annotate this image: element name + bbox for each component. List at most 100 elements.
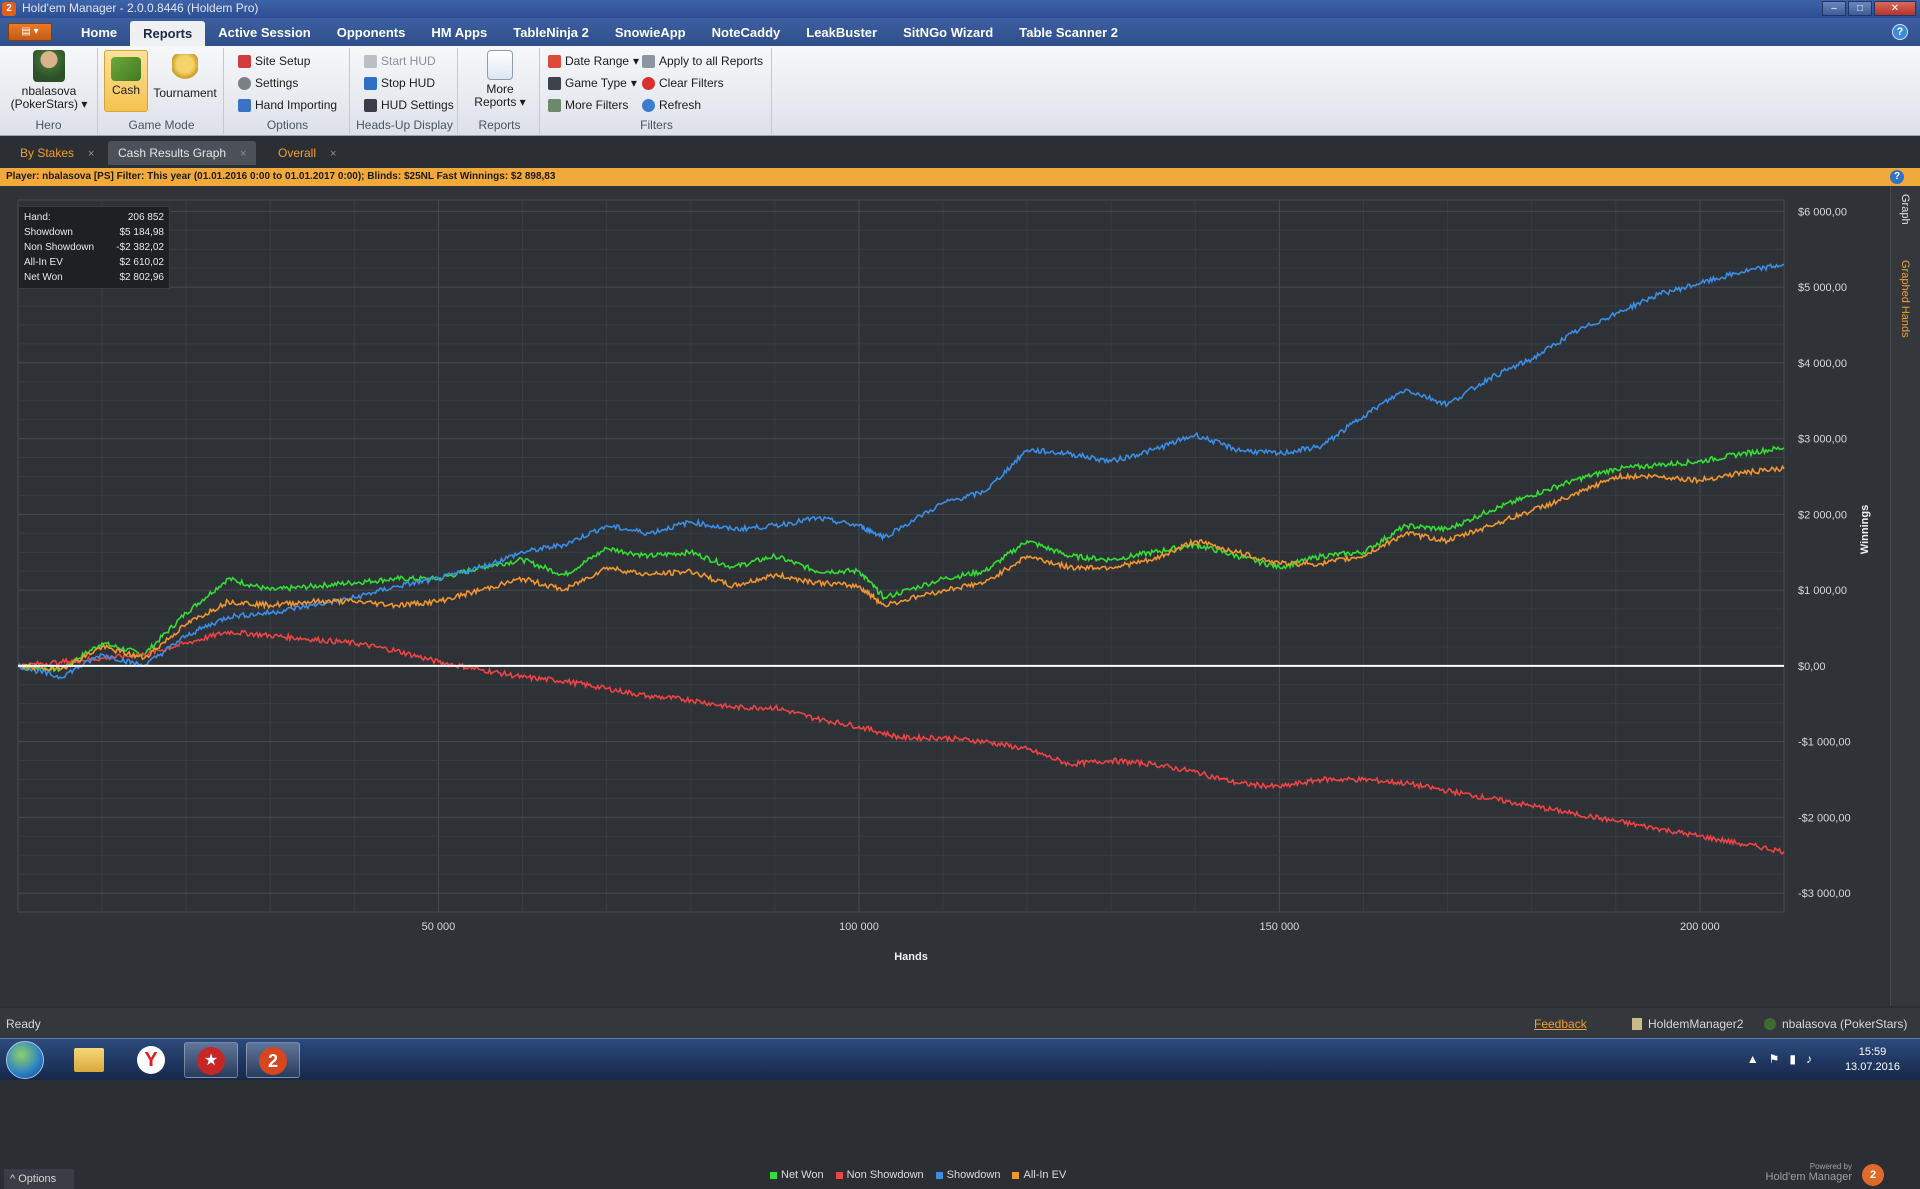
feedback-link[interactable]: Feedback: [1534, 1017, 1587, 1031]
hero-group: nbalasova (PokerStars) ▾ Hero: [0, 48, 98, 134]
help-icon[interactable]: ?: [1892, 24, 1908, 40]
trophy-icon: [172, 54, 198, 84]
close-tab-icon[interactable]: ×: [240, 148, 246, 160]
holdem-manager-taskbar-button[interactable]: 2: [246, 1042, 300, 1078]
application-menu-button[interactable]: ▤ ▾: [8, 23, 52, 41]
explorer-taskbar-button[interactable]: [62, 1042, 116, 1078]
legend-item[interactable]: All-In EV: [1012, 1169, 1066, 1181]
legend-item[interactable]: Showdown: [935, 1169, 1000, 1181]
maximize-button[interactable]: □: [1848, 1, 1872, 16]
menu-tab-sitngo-wizard[interactable]: SitNGo Wizard: [890, 18, 1006, 46]
stats-label: Non Showdown: [24, 242, 95, 253]
options-group-label: Options: [266, 118, 309, 132]
stats-value: $2 802,96: [119, 272, 165, 283]
menu-tab-tableninja-2[interactable]: TableNinja 2: [500, 18, 602, 46]
app-icon: 2: [2, 2, 16, 16]
stop-hud-button[interactable]: Stop HUD: [364, 74, 435, 92]
tab-overall[interactable]: Overall ×: [268, 141, 346, 165]
menu-tab-leakbuster[interactable]: LeakBuster: [793, 18, 890, 46]
stats-label: All-In EV: [24, 257, 63, 268]
cash-button[interactable]: Cash: [104, 50, 148, 112]
network-icon[interactable]: ▮: [1789, 1052, 1796, 1066]
cash-label: Cash: [111, 83, 140, 97]
clock-time: 15:59: [1858, 1046, 1887, 1058]
stats-value: $5 184,98: [119, 227, 165, 238]
game-mode-group-label: Game Mode: [128, 118, 195, 132]
close-button[interactable]: ✕: [1874, 1, 1916, 16]
apply-all-reports-button[interactable]: Apply to all Reports: [642, 52, 763, 70]
menu-tab-home[interactable]: Home: [68, 18, 130, 46]
side-tab-graph[interactable]: Graph: [1899, 194, 1911, 225]
options-group: Site Setup Settings Hand Importing Optio…: [226, 48, 350, 134]
minimize-button[interactable]: –: [1822, 1, 1846, 16]
date-range-label: Date Range: [565, 54, 630, 68]
player-name: nbalasova (PokerStars): [1782, 1017, 1908, 1031]
date-range-button[interactable]: Date Range ▾: [548, 52, 639, 70]
start-button[interactable]: [6, 1041, 44, 1079]
plot-area: [17, 199, 1785, 913]
tournament-button[interactable]: Tournament: [150, 50, 220, 100]
more-reports-button[interactable]: More Reports ▾: [468, 50, 532, 109]
filter-icon: [548, 98, 561, 112]
hud-settings-label: HUD Settings: [381, 98, 454, 112]
tab-by-stakes[interactable]: By Stakes ×: [10, 141, 104, 165]
database-name: HoldemManager2: [1648, 1017, 1744, 1031]
hand-importing-button[interactable]: Hand Importing: [238, 96, 337, 114]
options-button[interactable]: ^ Options: [4, 1169, 74, 1189]
stats-row: Non Showdown -$2 382,02: [24, 240, 164, 255]
help-icon[interactable]: ?: [1890, 170, 1904, 184]
clear-filters-label: Clear Filters: [659, 76, 724, 90]
site-setup-button[interactable]: Site Setup: [238, 52, 310, 70]
tab-cash-results-graph[interactable]: Cash Results Graph ×: [108, 141, 257, 165]
legend-label: Non Showdown: [846, 1169, 924, 1181]
side-tab-graphed-hands[interactable]: Graphed Hands: [1899, 260, 1911, 338]
close-tab-icon[interactable]: ×: [330, 148, 336, 160]
menu-tab-hm-apps[interactable]: HM Apps: [418, 18, 500, 46]
more-reports-label-2: Reports: [474, 95, 517, 109]
apply-all-reports-label: Apply to all Reports: [659, 54, 764, 68]
legend-item[interactable]: Net Won: [770, 1169, 824, 1181]
menu-tab-reports[interactable]: Reports: [130, 21, 206, 46]
y-tick-label: -$3 000,00: [1798, 888, 1851, 900]
filter-info-bar: Player: nbalasova [PS] Filter: This year…: [0, 168, 1920, 186]
y-tick-label: $2 000,00: [1798, 509, 1847, 521]
pokerstars-taskbar-button[interactable]: ★: [184, 1042, 238, 1078]
x-axis-label: Hands: [894, 951, 928, 963]
hud-settings-button[interactable]: HUD Settings: [364, 96, 454, 114]
game-type-button[interactable]: Game Type ▾: [548, 74, 637, 92]
menu-tab-active-session[interactable]: Active Session: [205, 18, 324, 46]
side-panel: Graph Graphed Hands: [1890, 186, 1920, 1006]
tray-arrow-icon[interactable]: ▲: [1747, 1052, 1759, 1066]
stats-row: Net Won $2 802,96: [24, 270, 164, 285]
more-filters-button[interactable]: More Filters: [548, 96, 628, 114]
menu-tab-notecaddy[interactable]: NoteCaddy: [699, 18, 794, 46]
site-setup-icon: [238, 54, 251, 68]
clock-date: 13.07.2016: [1844, 1061, 1900, 1073]
cash-results-graph: $6 000,00 $5 000,00 $4 000,00 $3 000,00 $2 0…: [0, 186, 1890, 1189]
system-clock[interactable]: 15:59 13.07.2016: [1845, 1045, 1900, 1075]
yandex-taskbar-button[interactable]: Y: [124, 1042, 178, 1078]
start-hud-button[interactable]: Start HUD: [364, 52, 436, 70]
ribbon: nbalasova (PokerStars) ▾ Hero Cash Tourn…: [0, 46, 1920, 136]
menu-tab-snowieapp[interactable]: SnowieApp: [602, 18, 699, 46]
menu-tab-table-scanner-2[interactable]: Table Scanner 2: [1006, 18, 1131, 46]
hud-group-label: Heads-Up Display: [356, 118, 453, 132]
flag-icon[interactable]: ⚑: [1769, 1052, 1780, 1066]
hero-selector[interactable]: nbalasova (PokerStars) ▾: [8, 50, 90, 111]
chevron-down-icon: ▾: [519, 95, 526, 109]
filter-summary: Player: nbalasova [PS] Filter: This year…: [6, 171, 556, 182]
player-indicator[interactable]: nbalasova (PokerStars): [1764, 1017, 1907, 1031]
close-tab-icon[interactable]: ×: [88, 148, 94, 160]
title-bar: 2 Hold'em Manager - 2.0.0.8446 (Holdem P…: [0, 0, 1920, 18]
menu-tab-opponents[interactable]: Opponents: [324, 18, 419, 46]
results-chart[interactable]: $6 000,00 $5 000,00 $4 000,00 $3 000,00 $2 0…: [0, 186, 1890, 1006]
x-tick-label: 50 000: [422, 921, 456, 933]
settings-button[interactable]: Settings: [238, 74, 298, 92]
refresh-button[interactable]: Refresh: [642, 96, 701, 114]
legend-item[interactable]: Non Showdown: [835, 1169, 924, 1181]
volume-icon[interactable]: ♪: [1806, 1052, 1812, 1066]
clear-filters-button[interactable]: Clear Filters: [642, 74, 724, 92]
database-indicator[interactable]: HoldemManager2: [1632, 1017, 1743, 1031]
refresh-icon: [642, 98, 655, 112]
y-tick-label: -$1 000,00: [1798, 737, 1851, 749]
